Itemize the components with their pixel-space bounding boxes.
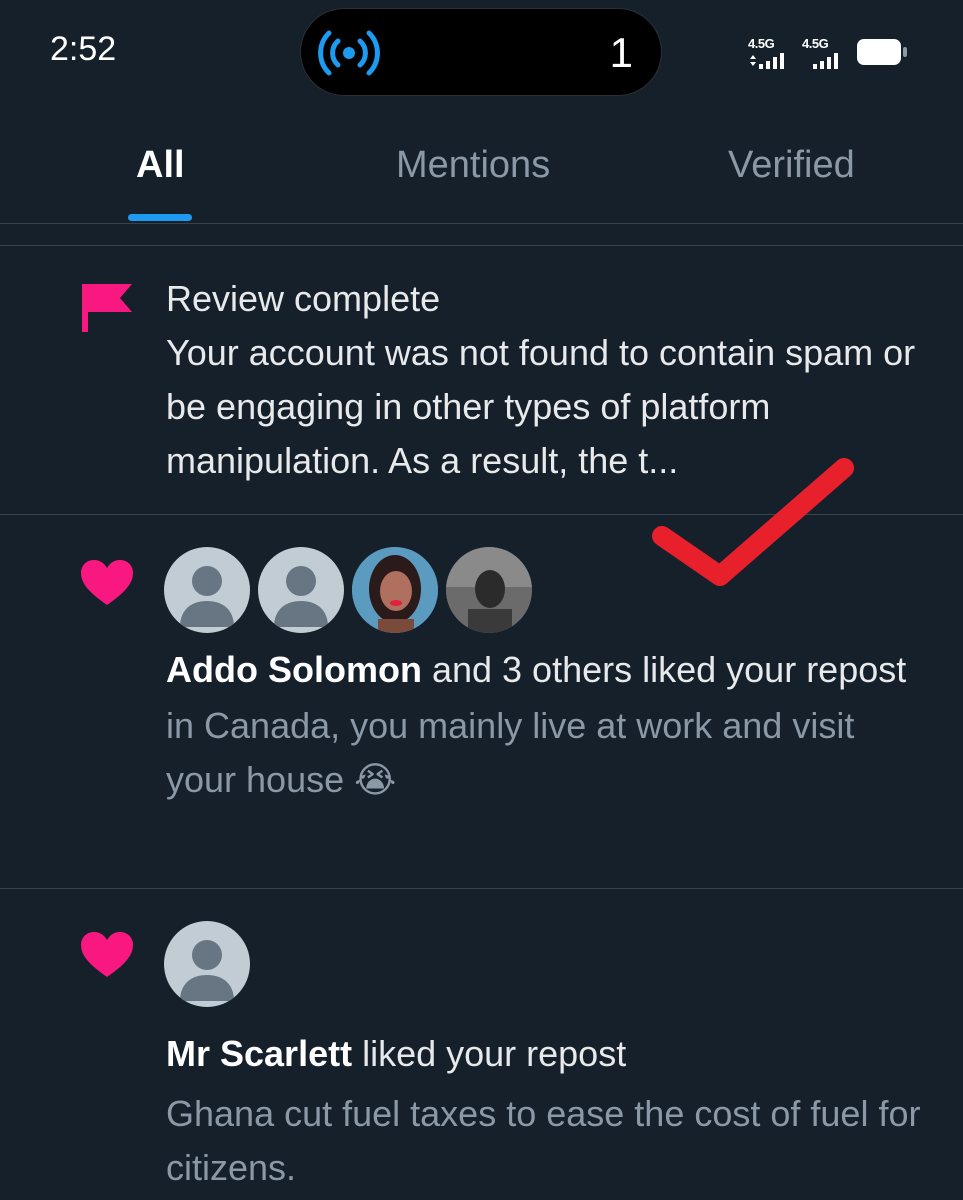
tabs-divider bbox=[0, 223, 963, 224]
tab-verified[interactable]: Verified bbox=[728, 140, 855, 190]
notification-text: Addo Solomon and 3 others liked your rep… bbox=[166, 643, 926, 697]
default-avatar-icon bbox=[274, 566, 328, 627]
actor-name[interactable]: Mr Scarlett bbox=[166, 1033, 352, 1074]
notification-title: Review complete bbox=[166, 278, 441, 319]
signal-2: 4.5G bbox=[802, 36, 846, 70]
network-type-label: 4.5G bbox=[802, 36, 829, 51]
notification-text: Mr Scarlett liked your repost bbox=[166, 1027, 926, 1081]
heart-icon bbox=[81, 560, 133, 605]
default-avatar-icon bbox=[180, 566, 234, 627]
user-photo-icon bbox=[446, 547, 532, 633]
island-count: 1 bbox=[609, 29, 633, 76]
notification-tabs: All Mentions Verified bbox=[0, 110, 963, 222]
flag-icon bbox=[82, 284, 132, 332]
avatar[interactable] bbox=[164, 921, 250, 1007]
avatar-photo[interactable] bbox=[352, 547, 438, 633]
actor-name[interactable]: Addo Solomon bbox=[166, 649, 422, 690]
notification-like[interactable]: Mr Scarlett liked your repost Ghana cut … bbox=[0, 889, 963, 1200]
notification-action: liked your repost bbox=[352, 1033, 627, 1074]
avatar-photo[interactable] bbox=[446, 547, 532, 633]
notification-like[interactable]: Addo Solomon and 3 others liked your rep… bbox=[0, 515, 963, 888]
signal-bars-icon bbox=[750, 53, 784, 69]
status-time: 2:52 bbox=[50, 30, 117, 68]
battery-icon bbox=[857, 39, 907, 65]
post-preview: Ghana cut fuel taxes to ease the cost of… bbox=[166, 1093, 921, 1188]
network-type-label: 4.5G bbox=[748, 36, 775, 51]
broadcast-icon bbox=[318, 30, 380, 76]
default-avatar-icon bbox=[180, 940, 234, 1001]
avatar[interactable] bbox=[164, 547, 250, 633]
signal-bars-icon bbox=[813, 53, 838, 69]
avatar[interactable] bbox=[258, 547, 344, 633]
user-photo-icon bbox=[352, 547, 438, 633]
dynamic-island[interactable]: 1 bbox=[300, 8, 662, 96]
post-preview: in Canada, you mainly live at work and v… bbox=[166, 705, 855, 800]
tab-mentions[interactable]: Mentions bbox=[396, 140, 550, 190]
status-bar: 2:52 1 4.5G 4.5G bbox=[0, 0, 963, 110]
notification-action: and 3 others liked your repost bbox=[421, 649, 907, 690]
active-tab-indicator bbox=[128, 214, 192, 221]
tab-all[interactable]: All bbox=[136, 140, 185, 190]
heart-icon bbox=[81, 932, 133, 977]
signal-1: 4.5G bbox=[748, 36, 792, 70]
